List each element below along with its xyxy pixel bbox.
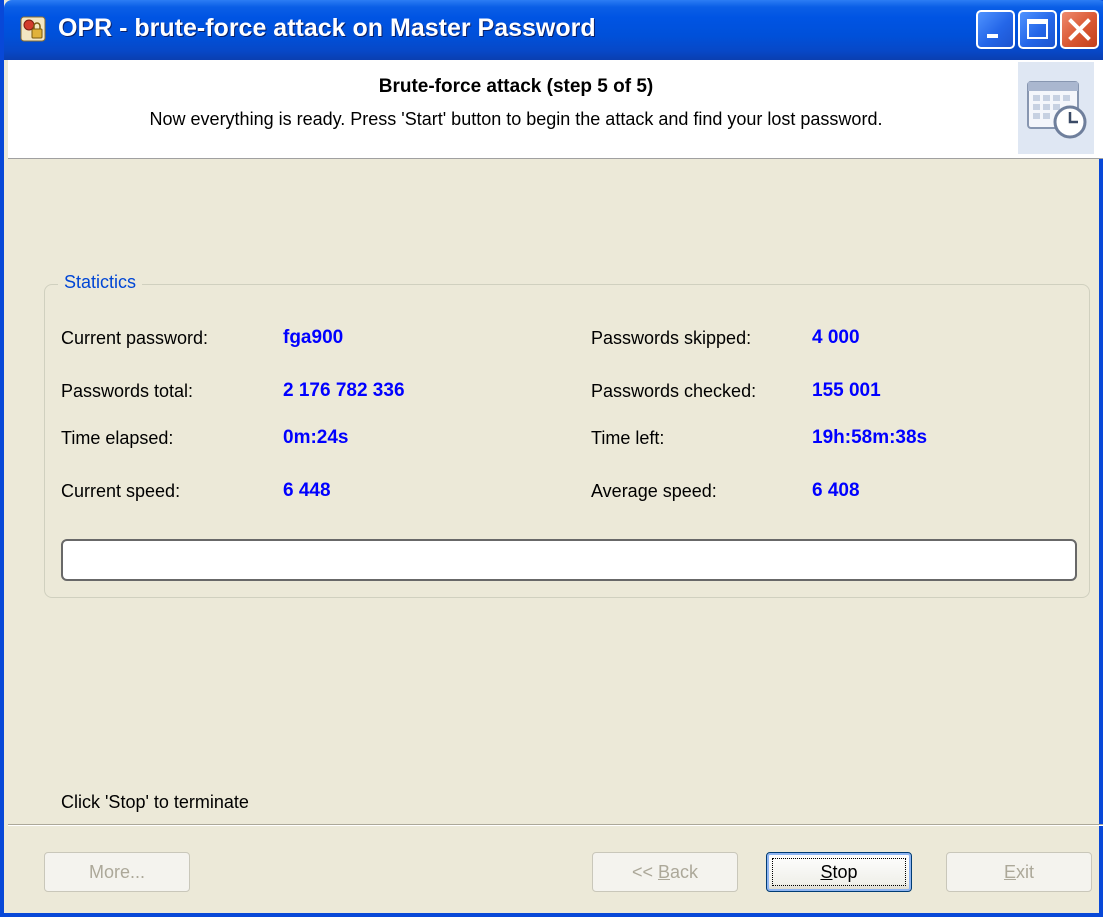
exit-button[interactable]: Exit: [946, 852, 1092, 892]
time-left-value: 19h:58m:38s: [812, 427, 928, 448]
passwords-total-value: 2 176 782 336: [283, 380, 405, 401]
passwords-total-label: Passwords total:: [61, 381, 194, 401]
back-button[interactable]: << Back: [592, 852, 738, 892]
stop-button[interactable]: Stop: [766, 852, 912, 892]
current-password-value: fga900: [283, 327, 344, 348]
passwords-skipped-value: 4 000: [812, 327, 860, 348]
back-button-prefix: <<: [631, 862, 658, 882]
step-title: Brute-force attack (step 5 of 5): [378, 76, 654, 97]
footer-separator: [8, 824, 1103, 826]
minimize-button[interactable]: [976, 10, 1015, 49]
app-window: OPR - brute-force attack on Master Passw…: [0, 0, 1103, 917]
calendar-clock-icon: [1018, 62, 1094, 154]
current-speed-value: 6 448: [283, 480, 331, 501]
passwords-checked-value: 155 001: [812, 380, 881, 401]
time-elapsed-label: Time elapsed:: [61, 428, 174, 448]
time-elapsed-value: 0m:24s: [283, 427, 349, 448]
maximize-icon: [1027, 19, 1048, 39]
time-left-label: Time left:: [591, 428, 665, 448]
close-button[interactable]: [1060, 10, 1099, 49]
title-bar[interactable]: OPR - brute-force attack on Master Passw…: [4, 0, 1103, 60]
minimize-icon: [987, 34, 998, 38]
exit-button-mnemonic: E: [1003, 862, 1016, 882]
status-hint: Click 'Stop' to terminate: [61, 792, 249, 812]
window-title: OPR - brute-force attack on Master Passw…: [58, 14, 596, 42]
average-speed-label: Average speed:: [591, 481, 717, 501]
step-description: Now everything is ready. Press 'Start' b…: [149, 109, 883, 129]
current-speed-label: Current speed:: [61, 481, 181, 501]
wizard-header: Brute-force attack (step 5 of 5) Now eve…: [8, 60, 1103, 159]
more-button[interactable]: More...: [44, 852, 190, 892]
attack-progress-bar: [61, 539, 1077, 581]
statistics-legend: Statictics: [58, 272, 143, 293]
back-button-mnemonic: B: [658, 862, 671, 882]
key-lock-icon[interactable]: [20, 16, 46, 42]
passwords-skipped-label: Passwords skipped:: [591, 328, 752, 348]
current-password-label: Current password:: [61, 328, 209, 348]
maximize-button[interactable]: [1018, 10, 1057, 49]
exit-button-rest: xit: [1016, 862, 1034, 882]
focus-rectangle: [772, 858, 906, 886]
average-speed-value: 6 408: [812, 480, 860, 501]
back-button-rest: ack: [670, 862, 699, 882]
passwords-checked-label: Passwords checked:: [591, 381, 757, 401]
close-icon: [1068, 18, 1091, 41]
